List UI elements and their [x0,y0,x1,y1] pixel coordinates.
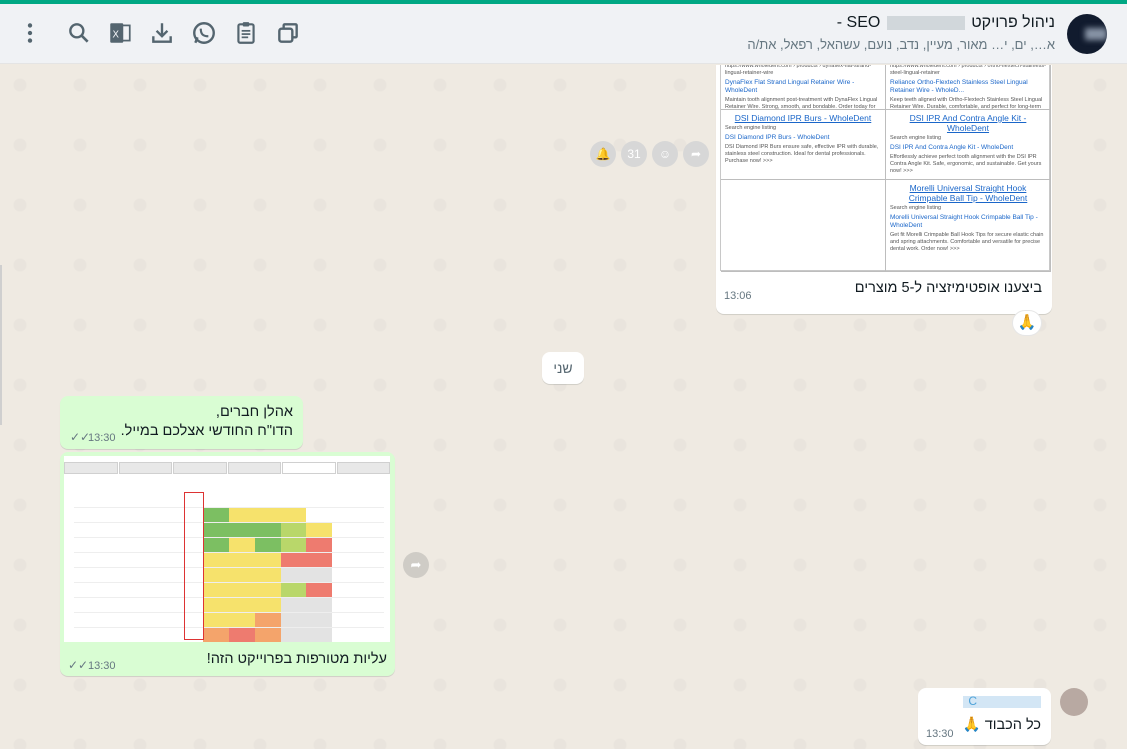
message-time: 13:30 [88,660,116,672]
clipboard-icon[interactable] [233,20,259,46]
report-image[interactable] [64,456,390,642]
title-suffix: ניהול פרויקט [971,14,1055,31]
whatsapp-icon[interactable] [191,20,217,46]
product-cell-2: https://www.wholedent.com › products › o… [886,65,1051,110]
message-monthly-report[interactable]: אהלן חברים, הדו"ח החודשי אצלכם במייל. 13… [60,396,303,449]
sender-name: C [968,694,977,708]
message-time: 13:30 [926,728,954,740]
menu-icon[interactable] [17,20,43,46]
message-report-image[interactable]: עליות מטורפות בפרוייקט הזה! 13:30 ✓✓ [60,452,395,676]
title-prefix: SEO - [836,14,881,31]
message-caption: עליות מטורפות בפרוייקט הזה! [206,651,387,667]
svg-text:X: X [112,29,119,40]
message-kol-hakavod[interactable]: C כל הכבוד 🙏 13:30 [918,688,1051,745]
product-cell-1: https://www.wholedent.com › products › d… [721,65,886,110]
message-line-1: אהלן חברים, [215,404,293,420]
product-cell-3: DSI Diamond IPR Burs - WholeDent Search … [721,110,886,180]
redacted-name [886,15,965,30]
forward-icon[interactable]: ➦ [683,141,709,167]
chat-title[interactable]: ניהול פרויקט SEO - [837,14,1055,32]
double-check-icon: ✓✓ [68,658,89,672]
bell-icon[interactable]: 🔔 [590,141,616,167]
message-time: 13:06 [724,290,752,302]
search-icon[interactable] [66,20,92,46]
download-icon[interactable] [149,20,175,46]
message-caption: ביצענו אופטימיזציה ל-5 מוצרים [854,280,1042,296]
calendar-icon[interactable]: 31 [621,141,647,167]
message-time: 13:30 [88,432,116,444]
double-check-icon: ✓✓ [70,430,91,444]
product-cell-4: DSI IPR And Contra Angle Kit - WholeDent… [886,110,1051,180]
message-products[interactable]: https://www.wholedent.com › products › d… [716,65,1052,314]
rankings-table [74,492,384,642]
product-cell-5: Morelli Universal Straight Hook Crimpabl… [886,180,1051,272]
group-avatar[interactable] [1067,14,1107,54]
scroll-indicator [0,265,2,425]
emoji-icon[interactable]: ☺ [652,141,678,167]
chat-header: X ניהול פרויקט SEO - א…, ים, י… מאור, מע… [0,4,1127,64]
sender-avatar[interactable] [1060,688,1088,716]
excel-icon[interactable]: X [107,20,133,46]
chat-participants: א…, ים, י… מאור, מעיין, נדב, נועם, עשהאל… [747,37,1055,52]
report-tabs [64,462,390,474]
date-separator: שני [542,352,584,384]
reaction-badge[interactable]: 🙏 [1012,310,1042,336]
message-text: כל הכבוד 🙏 [962,717,1041,733]
product-cell-empty [721,180,886,272]
copy-icon[interactable] [275,20,301,46]
highlight-box [184,492,204,640]
message-line-2: הדו"ח החודשי אצלכם במייל. [120,423,293,439]
products-image[interactable]: https://www.wholedent.com › products › d… [720,65,1051,272]
forward-icon[interactable]: ➦ [403,552,429,578]
chat-area: 🔔 31 ☺ ➦ https://www.wholedent.com › pro… [0,65,1127,749]
